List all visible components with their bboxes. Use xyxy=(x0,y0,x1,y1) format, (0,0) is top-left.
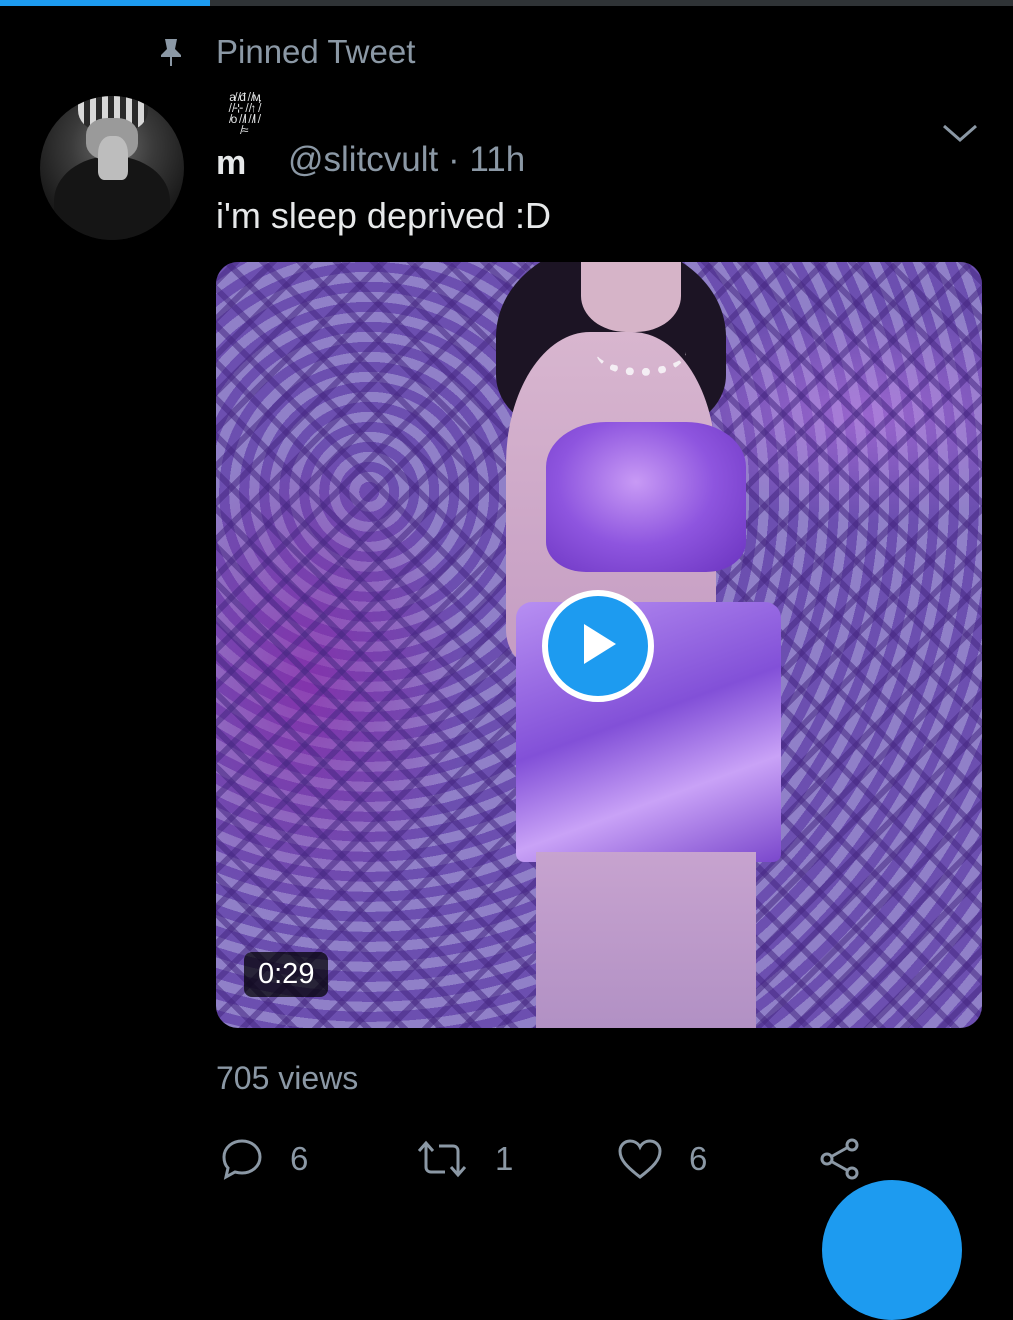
compose-fab[interactable] xyxy=(822,1180,962,1320)
top-progress-fill xyxy=(0,0,210,6)
share-button[interactable] xyxy=(818,1136,862,1182)
avatar[interactable] xyxy=(40,96,184,240)
view-count: 705 views xyxy=(216,1060,359,1096)
display-name-decoration: a̸ ̸đ ̸ ̸ӎ ̸ ̸⊹ ̸ ̸↑ ̸ ̸о ̸ ̸ӏ ̸ ̸ӏ ̸ ̸≈ xyxy=(229,90,261,137)
like-count: 6 xyxy=(689,1140,708,1177)
top-progress-bar xyxy=(0,0,1013,6)
video-duration: 0:29 xyxy=(244,952,329,997)
pinned-tweet-header: Pinned Tweet xyxy=(158,30,415,74)
pin-icon xyxy=(158,37,184,67)
reply-count: 6 xyxy=(290,1140,309,1177)
reply-icon xyxy=(220,1137,264,1181)
play-button[interactable] xyxy=(542,590,654,702)
tweet-text: i'm sleep deprived :D xyxy=(216,195,552,236)
like-button[interactable]: 6 xyxy=(617,1136,707,1182)
handle-and-timestamp[interactable]: @slitcvult · 11h xyxy=(288,140,525,180)
display-name-text: m xyxy=(216,144,246,182)
video-thumbnail[interactable]: 0:29 xyxy=(216,262,982,1028)
more-options-caret[interactable] xyxy=(940,118,980,148)
heart-icon xyxy=(617,1138,663,1180)
retweet-count: 1 xyxy=(495,1140,514,1177)
reply-button[interactable]: 6 xyxy=(220,1136,308,1182)
chevron-down-icon xyxy=(940,124,980,152)
share-icon xyxy=(818,1137,862,1181)
retweet-icon xyxy=(415,1137,469,1181)
retweet-button[interactable]: 1 xyxy=(415,1136,513,1182)
play-icon xyxy=(576,620,620,673)
pinned-tweet-label: Pinned Tweet xyxy=(216,33,416,70)
